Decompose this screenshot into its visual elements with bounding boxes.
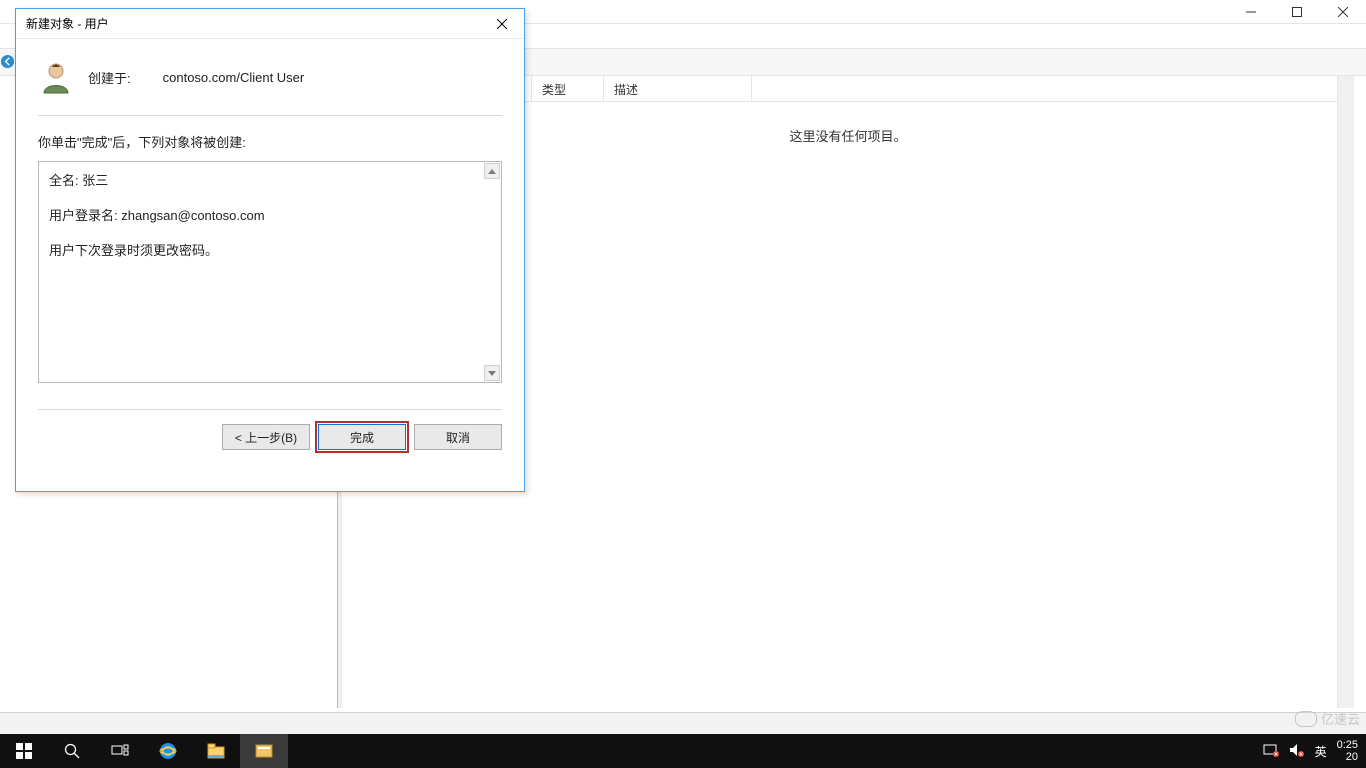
start-button[interactable] [0,734,48,768]
user-icon [38,59,74,95]
col-type[interactable]: 类型 [532,76,604,101]
dialog-instruction: 你单击"完成"后，下列对象将被创建: [38,132,502,151]
fullname-label: 全名: [49,173,79,188]
tray-ime[interactable]: 英 [1315,743,1327,760]
watermark-text: 亿速云 [1321,709,1360,728]
ie-icon [158,741,178,761]
active-app-button[interactable] [240,734,288,768]
watermark: 亿速云 [1295,709,1360,728]
dialog-button-row: < 上一步(B) 完成 取消 [16,410,524,450]
logon-label: 用户登录名: [49,208,118,223]
dialog-titlebar[interactable]: 新建对象 - 用户 [16,9,524,39]
created-in-label: 创建于: [88,68,131,87]
list-scrollbar[interactable] [1337,76,1354,708]
taskview-button[interactable] [96,734,144,768]
search-icon [64,743,80,759]
logon-value: zhangsan@contoso.com [121,208,264,223]
dialog-close-button[interactable] [488,13,516,35]
summary-logon: 用户登录名: zhangsan@contoso.com [49,205,491,224]
taskbar: 英 0:25 20 [0,734,1366,768]
maximize-button[interactable] [1274,0,1320,24]
explorer-icon [207,743,225,759]
cancel-button[interactable]: 取消 [414,424,502,450]
tray-network-icon[interactable] [1263,743,1279,760]
explorer-taskbar-button[interactable] [192,734,240,768]
clock-time: 0:25 [1337,739,1358,751]
clock-date: 20 [1337,751,1358,763]
summary-fullname: 全名: 张三 [49,170,491,189]
summary-pwpolicy: 用户下次登录时须更改密码。 [49,240,491,259]
minimize-button[interactable] [1228,0,1274,24]
app-icon [255,743,273,759]
new-user-dialog: 新建对象 - 用户 创建于: contoso.com/Client User 你… [15,8,525,492]
search-button[interactable] [48,734,96,768]
statusbar [0,712,1366,734]
col-desc[interactable]: 描述 [604,76,752,101]
system-tray: 英 0:25 20 [1255,734,1366,768]
start-icon [16,743,32,759]
summary-scroll-up[interactable] [484,163,500,179]
fullname-value: 张三 [82,173,108,188]
finish-button[interactable]: 完成 [318,424,406,450]
created-in-path: contoso.com/Client User [163,70,305,85]
dialog-header: 创建于: contoso.com/Client User [38,53,502,116]
ie-taskbar-button[interactable] [144,734,192,768]
summary-scroll-down[interactable] [484,365,500,381]
back-button[interactable]: < 上一步(B) [222,424,310,450]
window-close-button[interactable] [1320,0,1366,24]
tray-volume-icon[interactable] [1289,743,1305,760]
dialog-title: 新建对象 - 用户 [26,15,109,32]
tray-clock[interactable]: 0:25 20 [1337,739,1358,763]
back-nav-icon[interactable] [0,54,15,70]
summary-box: 全名: 张三 用户登录名: zhangsan@contoso.com 用户下次登… [38,161,502,383]
watermark-icon [1295,711,1317,727]
taskview-icon [111,744,129,758]
